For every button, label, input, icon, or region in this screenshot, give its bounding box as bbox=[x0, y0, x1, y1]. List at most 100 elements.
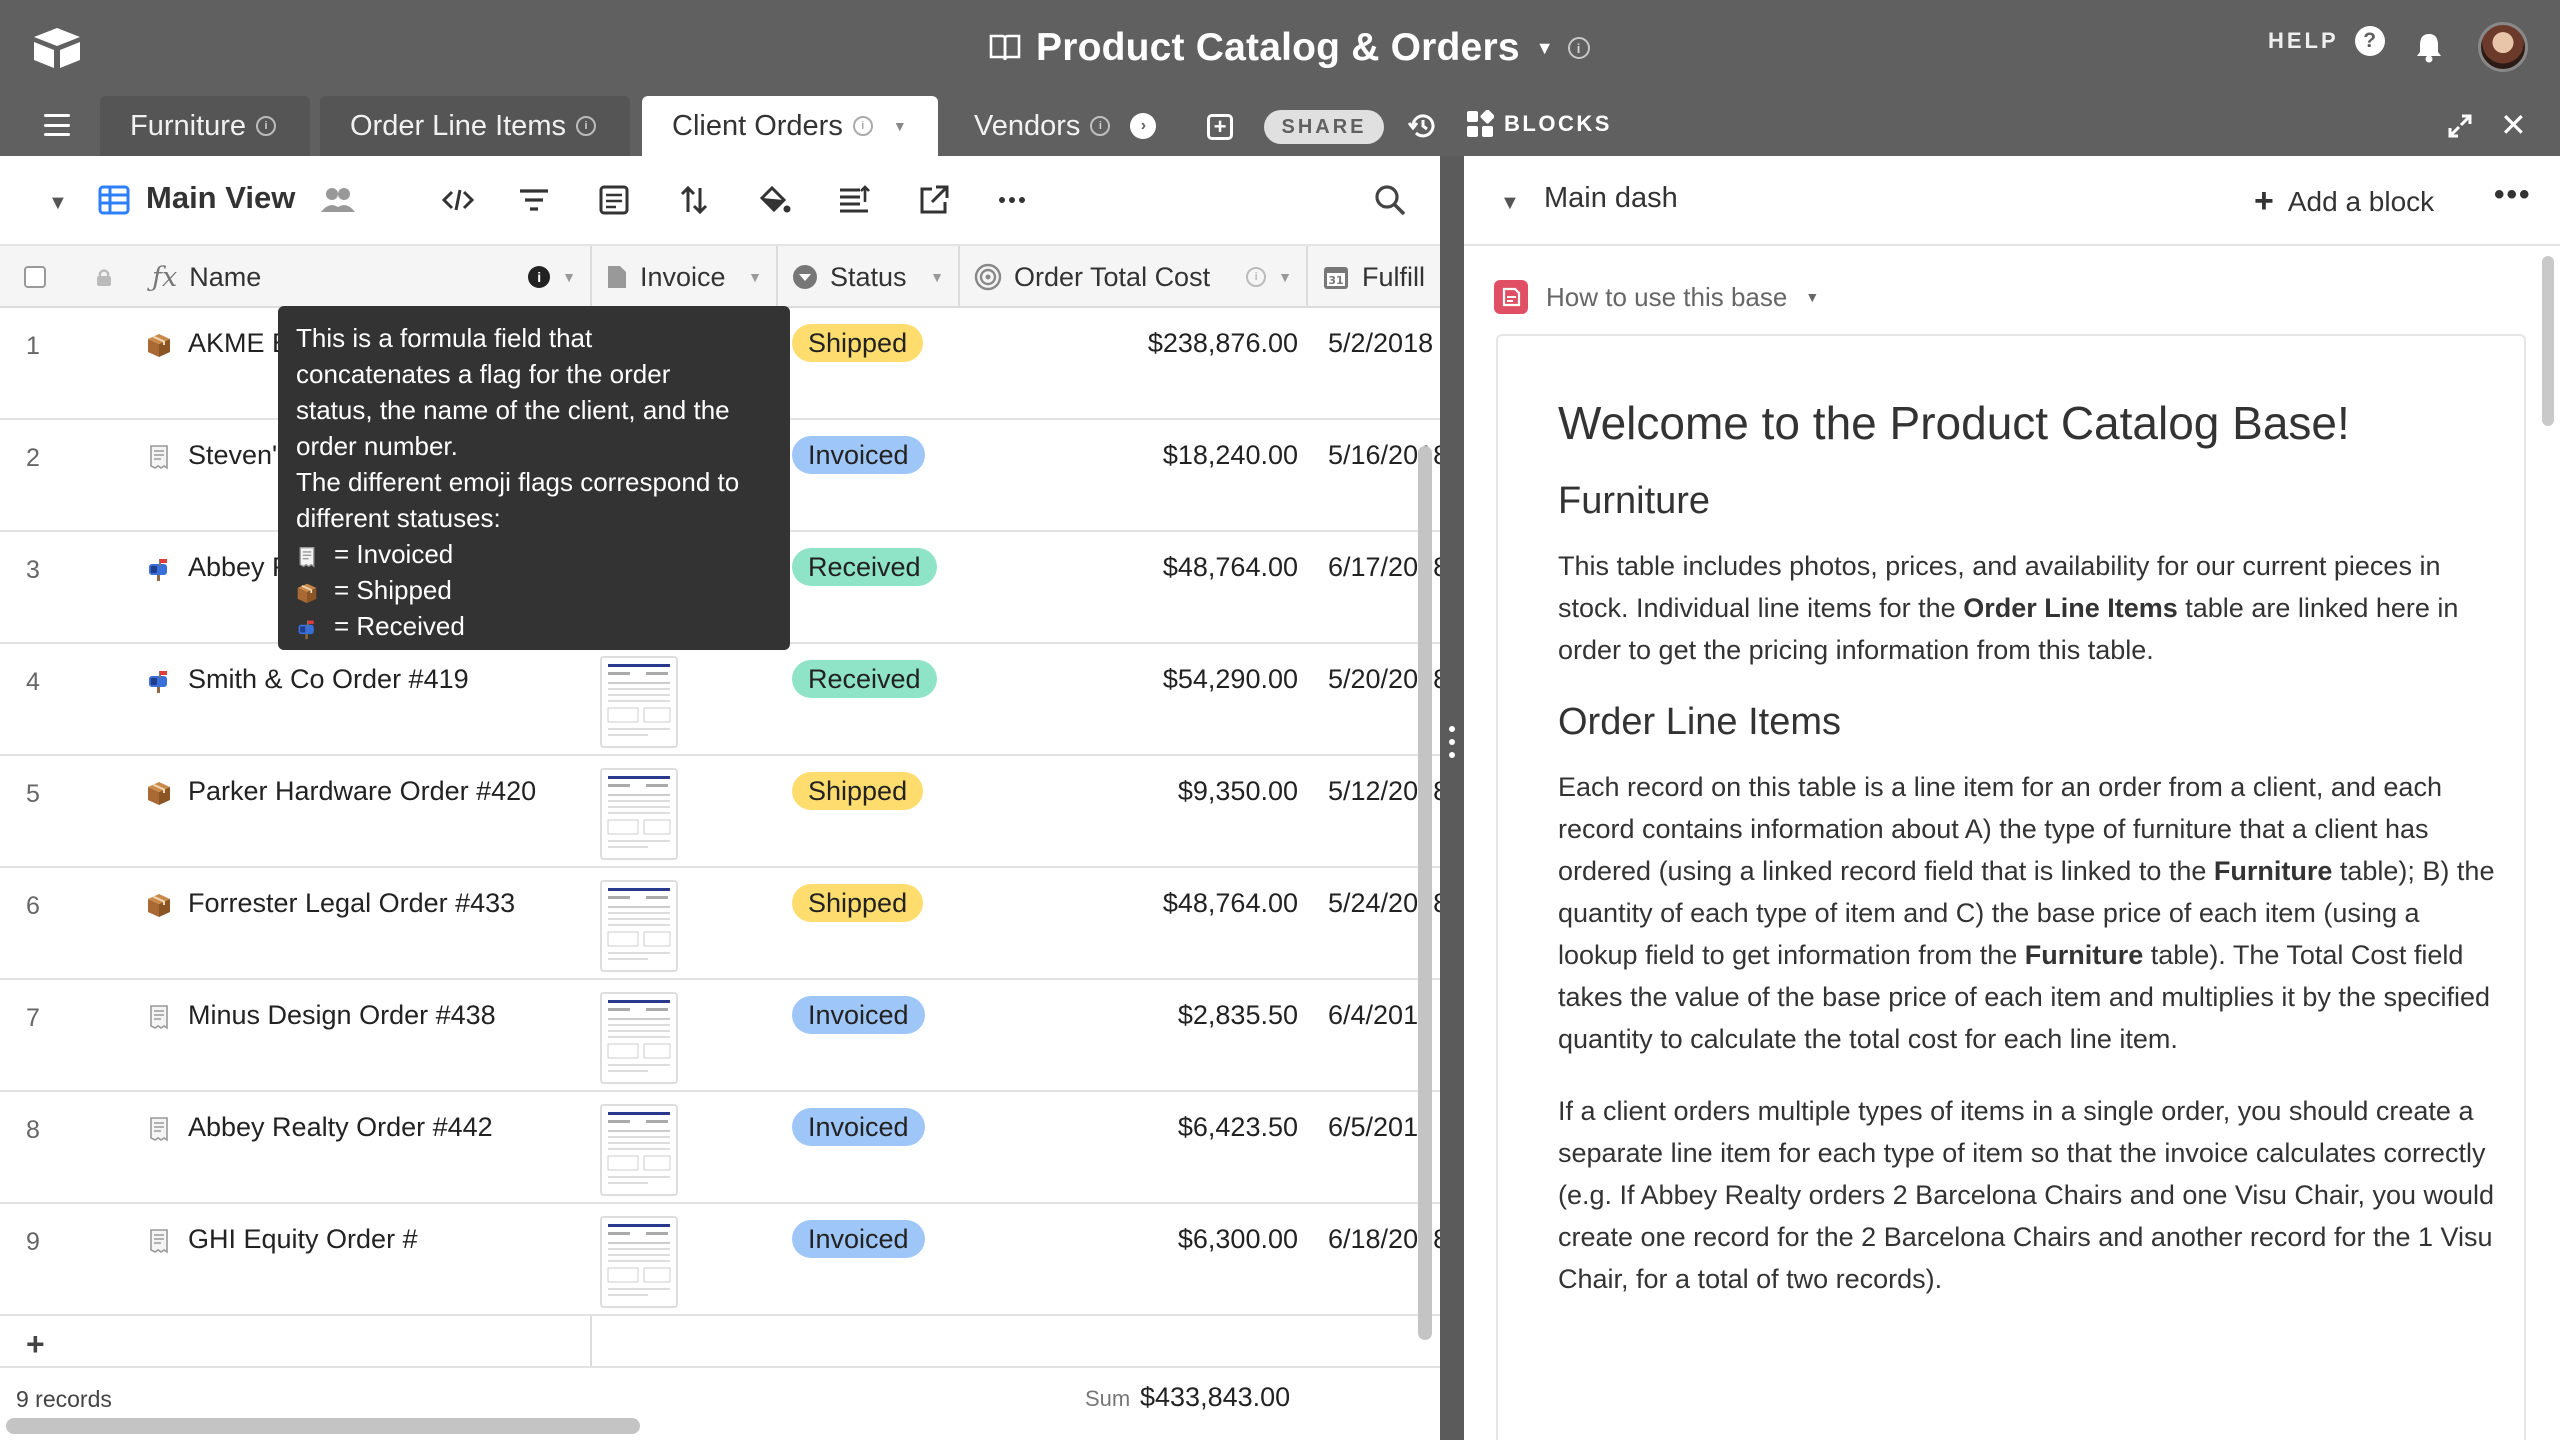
tab-furniture[interactable]: Furniture i bbox=[100, 96, 310, 156]
help-button[interactable]: HELP ? bbox=[2268, 26, 2385, 56]
base-title[interactable]: Product Catalog & Orders bbox=[1036, 26, 1520, 70]
chevron-down-icon[interactable]: ▼ bbox=[1500, 192, 1520, 215]
expand-icon[interactable] bbox=[2446, 112, 2474, 140]
status-badge[interactable]: Received bbox=[792, 660, 937, 698]
chevron-down-icon[interactable]: ▼ bbox=[1536, 38, 1554, 59]
color-icon[interactable] bbox=[756, 182, 792, 218]
invoice-attachment-thumbnail[interactable] bbox=[600, 656, 678, 748]
add-table-button[interactable]: + bbox=[1207, 114, 1233, 140]
chevron-down-icon[interactable]: ▼ bbox=[48, 192, 68, 215]
info-icon[interactable]: i bbox=[852, 116, 873, 136]
tab-vendors[interactable]: Vendors i › bbox=[944, 96, 1186, 156]
invoice-attachment-thumbnail[interactable] bbox=[600, 1216, 678, 1308]
order-total-cost-cell[interactable]: $18,240.00 bbox=[960, 440, 1298, 471]
info-icon[interactable]: i bbox=[1090, 116, 1111, 136]
hamburger-menu-icon[interactable] bbox=[44, 114, 70, 136]
chevron-down-icon[interactable]: ▼ bbox=[748, 269, 762, 285]
vertical-scrollbar[interactable] bbox=[2542, 256, 2554, 426]
chevron-right-icon[interactable]: › bbox=[1130, 113, 1157, 139]
order-total-cost-cell[interactable]: $48,764.00 bbox=[960, 888, 1298, 919]
view-name[interactable]: Main View bbox=[146, 180, 295, 216]
vertical-scrollbar[interactable] bbox=[1418, 446, 1432, 1340]
search-icon[interactable] bbox=[1372, 182, 1408, 218]
status-badge[interactable]: Invoiced bbox=[792, 1108, 925, 1146]
status-badge[interactable]: Invoiced bbox=[792, 436, 925, 474]
record-name-cell[interactable]: Smith & Co Order #419 bbox=[188, 664, 578, 695]
record-name-cell[interactable]: Forrester Legal Order #433 bbox=[188, 888, 578, 919]
table-row[interactable]: 6 Forrester Legal Order #433 Shipped $48,76… bbox=[0, 868, 1440, 980]
summary-label[interactable]: Sum bbox=[1085, 1386, 1130, 1412]
status-badge[interactable]: Shipped bbox=[792, 884, 924, 922]
order-total-cost-cell[interactable]: $2,835.50 bbox=[960, 1000, 1298, 1031]
record-name-cell[interactable]: Abbey Realty Order #442 bbox=[188, 1112, 578, 1143]
chevron-down-icon[interactable]: ▼ bbox=[562, 269, 576, 285]
order-total-cost-cell[interactable]: $54,290.00 bbox=[960, 664, 1298, 695]
chevron-down-icon[interactable]: ▼ bbox=[1805, 289, 1819, 305]
info-icon[interactable]: i bbox=[575, 116, 596, 136]
pane-resize-handle[interactable] bbox=[1440, 156, 1464, 1440]
close-icon[interactable]: ✕ bbox=[2500, 106, 2527, 144]
more-icon[interactable] bbox=[994, 182, 1030, 218]
more-icon[interactable]: ••• bbox=[2494, 178, 2532, 212]
column-header-fulfill[interactable]: 31 Fulfill bbox=[1308, 246, 1440, 308]
drag-handle-icon bbox=[1449, 726, 1455, 758]
info-icon[interactable]: i bbox=[1567, 37, 1590, 59]
record-name-cell[interactable]: GHI Equity Order # bbox=[188, 1224, 578, 1255]
table-row[interactable]: 8 Abbey Realty Order #442 Invoiced $6,423.5… bbox=[0, 1092, 1440, 1204]
avatar[interactable] bbox=[2478, 22, 2528, 72]
block-header[interactable]: How to use this base ▼ bbox=[1494, 280, 1819, 314]
column-header-order-total-cost[interactable]: Order Total Cost i ▼ bbox=[960, 246, 1308, 308]
add-record-button[interactable]: + bbox=[26, 1326, 45, 1363]
column-header-name[interactable]: ƒx Name i ▼ bbox=[138, 246, 592, 308]
table-row[interactable]: 9 GHI Equity Order # Invoiced $6,300.00 6/18… bbox=[0, 1204, 1440, 1316]
invoice-attachment-thumbnail[interactable] bbox=[600, 992, 678, 1084]
invoice-attachment-thumbnail[interactable] bbox=[600, 1104, 678, 1196]
select-all-checkbox[interactable] bbox=[24, 266, 46, 288]
blocks-button[interactable]: BLOCKS bbox=[1466, 110, 1612, 138]
record-name-cell[interactable]: Parker Hardware Order #420 bbox=[188, 776, 578, 807]
share-view-icon[interactable] bbox=[916, 182, 952, 218]
order-total-cost-cell[interactable]: $48,764.00 bbox=[960, 552, 1298, 583]
fulfill-date-cell[interactable]: 5/2/2018 bbox=[1328, 328, 1433, 359]
airtable-logo[interactable] bbox=[30, 26, 84, 70]
order-total-cost-cell[interactable]: $9,350.00 bbox=[960, 776, 1298, 807]
invoice-attachment-thumbnail[interactable] bbox=[600, 880, 678, 972]
status-badge[interactable]: Received bbox=[792, 548, 937, 586]
info-icon[interactable]: i bbox=[256, 116, 277, 136]
invoice-attachment-thumbnail[interactable] bbox=[600, 768, 678, 860]
share-button[interactable]: SHARE bbox=[1264, 110, 1384, 144]
bell-icon[interactable] bbox=[2412, 30, 2446, 64]
table-row[interactable]: 5 Parker Hardware Order #420 Shipped $9,350… bbox=[0, 756, 1440, 868]
group-icon[interactable] bbox=[596, 182, 632, 218]
column-header-invoice[interactable]: Invoice ▼ bbox=[592, 246, 778, 308]
history-icon[interactable] bbox=[1407, 110, 1439, 142]
collaborators-icon[interactable] bbox=[320, 184, 356, 216]
dashboard-title[interactable]: Main dash bbox=[1544, 182, 1678, 215]
add-block-button[interactable]: + Add a block bbox=[2254, 182, 2434, 221]
sort-icon[interactable] bbox=[676, 182, 712, 218]
info-icon[interactable]: i bbox=[1246, 267, 1267, 287]
column-header-status[interactable]: Status ▼ bbox=[778, 246, 960, 308]
grid-view-icon[interactable] bbox=[98, 184, 130, 216]
status-badge[interactable]: Invoiced bbox=[792, 1220, 925, 1258]
chevron-down-icon[interactable]: ▼ bbox=[1278, 269, 1292, 285]
horizontal-scrollbar[interactable] bbox=[6, 1418, 640, 1434]
hide-fields-icon[interactable] bbox=[440, 182, 476, 218]
row-height-icon[interactable] bbox=[836, 182, 872, 218]
order-total-cost-cell[interactable]: $238,876.00 bbox=[960, 328, 1298, 359]
order-total-cost-cell[interactable]: $6,300.00 bbox=[960, 1224, 1298, 1255]
record-name-cell[interactable]: Minus Design Order #438 bbox=[188, 1000, 578, 1031]
status-badge[interactable]: Shipped bbox=[792, 772, 924, 810]
table-row[interactable]: 7 Minus Design Order #438 Invoiced $2,835.5… bbox=[0, 980, 1440, 1092]
status-badge[interactable]: Shipped bbox=[792, 324, 924, 362]
chevron-down-icon[interactable]: ▼ bbox=[930, 269, 944, 285]
table-row[interactable]: 4 Smith & Co Order #419 Received $54,290.00… bbox=[0, 644, 1440, 756]
tab-client-orders[interactable]: Client Orders i ▼ bbox=[642, 96, 938, 156]
chevron-down-icon[interactable]: ▼ bbox=[893, 118, 907, 134]
info-icon[interactable]: i bbox=[528, 266, 551, 288]
base-title-area[interactable]: Product Catalog & Orders ▼ i bbox=[988, 22, 1590, 74]
order-total-cost-cell[interactable]: $6,423.50 bbox=[960, 1112, 1298, 1143]
status-badge[interactable]: Invoiced bbox=[792, 996, 925, 1034]
filter-icon[interactable] bbox=[516, 182, 552, 218]
tab-order-line-items[interactable]: Order Line Items i bbox=[320, 96, 630, 156]
